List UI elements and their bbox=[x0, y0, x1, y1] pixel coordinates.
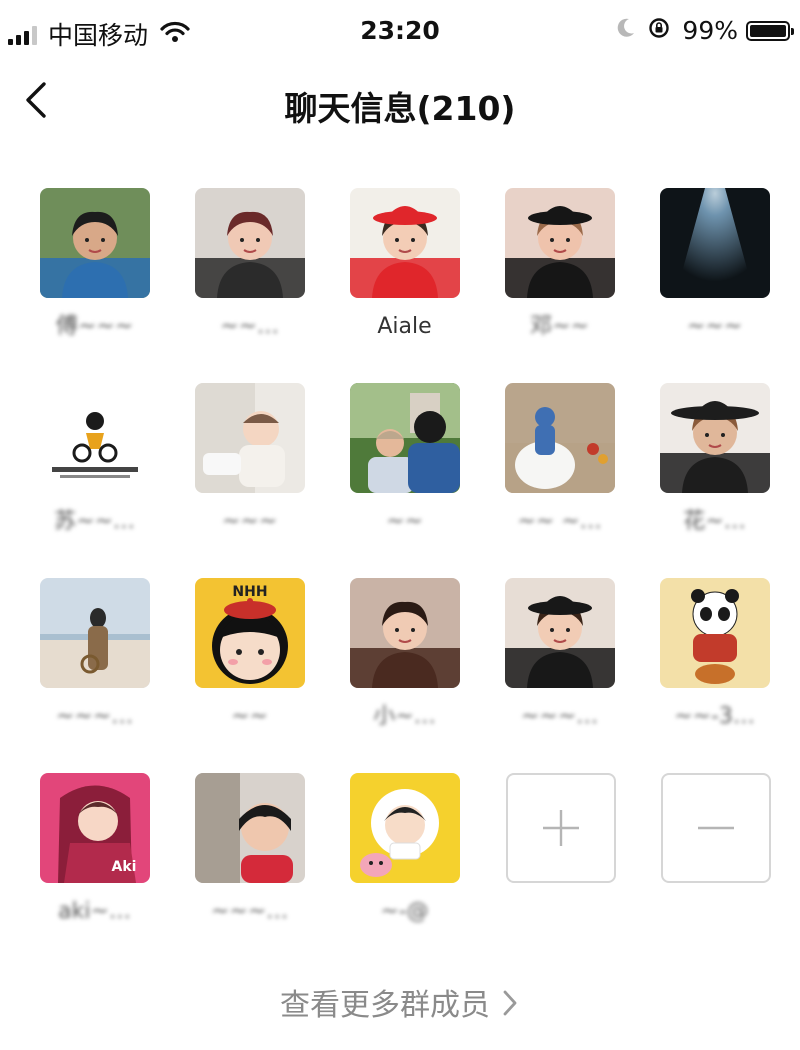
member-name: ~~~… bbox=[55, 704, 134, 729]
member-name: 花~… bbox=[683, 509, 746, 534]
battery-percent: 99% bbox=[682, 16, 738, 45]
member-avatar[interactable] bbox=[659, 578, 770, 688]
member-avatar[interactable] bbox=[659, 383, 770, 493]
member-item[interactable]: ~~~ bbox=[637, 188, 792, 383]
member-avatar[interactable] bbox=[349, 578, 460, 688]
nav-bar: 聊天信息(210) bbox=[0, 62, 800, 142]
member-name: 小~… bbox=[373, 704, 436, 729]
member-avatar[interactable] bbox=[349, 383, 460, 493]
member-avatar[interactable] bbox=[194, 188, 305, 298]
member-avatar[interactable] bbox=[504, 578, 615, 688]
member-avatar[interactable] bbox=[504, 383, 615, 493]
member-avatar[interactable] bbox=[659, 188, 770, 298]
status-bar: 中国移动 23:20 99% bbox=[0, 0, 800, 62]
member-item[interactable]: ~~… bbox=[172, 188, 327, 383]
member-name: ~~~… bbox=[210, 899, 289, 924]
view-more-members-link[interactable]: 查看更多群成员 bbox=[0, 980, 800, 1024]
add-member-button-cell bbox=[482, 773, 637, 968]
member-grid: 傅~~~ ~~… Aiale 邓~~ ~~~ 苏~~… ~~~ ~~ ~~ ~…… bbox=[0, 188, 800, 968]
plus-icon bbox=[542, 810, 579, 846]
page-title: 聊天信息(210) bbox=[284, 89, 516, 128]
member-name: ~~… bbox=[220, 314, 279, 339]
member-item[interactable]: 苏~~… bbox=[17, 383, 172, 578]
member-item[interactable]: ~~ bbox=[327, 383, 482, 578]
member-name: aki~… bbox=[58, 899, 131, 924]
remove-member-button[interactable] bbox=[660, 773, 771, 883]
member-name: ~~ bbox=[386, 509, 423, 534]
moon-icon bbox=[616, 16, 636, 45]
member-name: 苏~~… bbox=[54, 509, 135, 534]
member-item[interactable]: 花~… bbox=[637, 383, 792, 578]
member-item[interactable]: 邓~~ bbox=[482, 188, 637, 383]
member-avatar[interactable]: NHH bbox=[194, 578, 305, 688]
member-avatar[interactable] bbox=[349, 188, 460, 298]
member-avatar[interactable] bbox=[194, 773, 305, 883]
member-item[interactable]: ~~-3… bbox=[637, 578, 792, 773]
member-item[interactable]: ~~ ~… bbox=[482, 383, 637, 578]
minus-icon bbox=[697, 826, 734, 830]
member-name: ~~-3… bbox=[674, 704, 755, 729]
battery-icon bbox=[746, 20, 794, 41]
member-item[interactable]: Aki aki~… bbox=[17, 773, 172, 968]
member-name: 邓~~ bbox=[530, 314, 589, 339]
remove-member-button-cell bbox=[637, 773, 792, 968]
member-avatar[interactable] bbox=[504, 188, 615, 298]
member-avatar[interactable] bbox=[39, 383, 150, 493]
member-item[interactable]: 小~… bbox=[327, 578, 482, 773]
member-name: ~~~ bbox=[686, 314, 743, 339]
member-name: ~~~ bbox=[221, 509, 278, 534]
svg-text:Aki: Aki bbox=[111, 859, 136, 875]
member-name: ~~ bbox=[231, 704, 268, 729]
member-item[interactable]: ~-@ bbox=[327, 773, 482, 968]
member-avatar[interactable] bbox=[39, 578, 150, 688]
member-item[interactable]: ~~~ bbox=[172, 383, 327, 578]
view-more-label: 查看更多群成员 bbox=[280, 988, 490, 1023]
member-item[interactable]: ~~~… bbox=[172, 773, 327, 968]
member-item[interactable]: Aiale bbox=[327, 188, 482, 383]
member-avatar[interactable] bbox=[194, 383, 305, 493]
member-item[interactable]: NHH ~~ bbox=[172, 578, 327, 773]
member-name: ~~ ~… bbox=[517, 509, 602, 534]
rotation-lock-icon bbox=[648, 16, 670, 45]
member-name: ~-@ bbox=[380, 899, 429, 924]
member-name: 傅~~~ bbox=[55, 314, 134, 339]
member-item[interactable]: ~~~… bbox=[482, 578, 637, 773]
svg-text:NHH: NHH bbox=[232, 584, 267, 600]
chevron-right-icon bbox=[503, 990, 517, 1016]
member-name: Aiale bbox=[377, 314, 432, 339]
member-item[interactable]: 傅~~~ bbox=[17, 188, 172, 383]
add-member-button[interactable] bbox=[505, 773, 616, 883]
member-avatar[interactable] bbox=[349, 773, 460, 883]
member-avatar[interactable]: Aki bbox=[39, 773, 150, 883]
member-name: ~~~… bbox=[520, 704, 599, 729]
member-item[interactable]: ~~~… bbox=[17, 578, 172, 773]
member-avatar[interactable] bbox=[39, 188, 150, 298]
